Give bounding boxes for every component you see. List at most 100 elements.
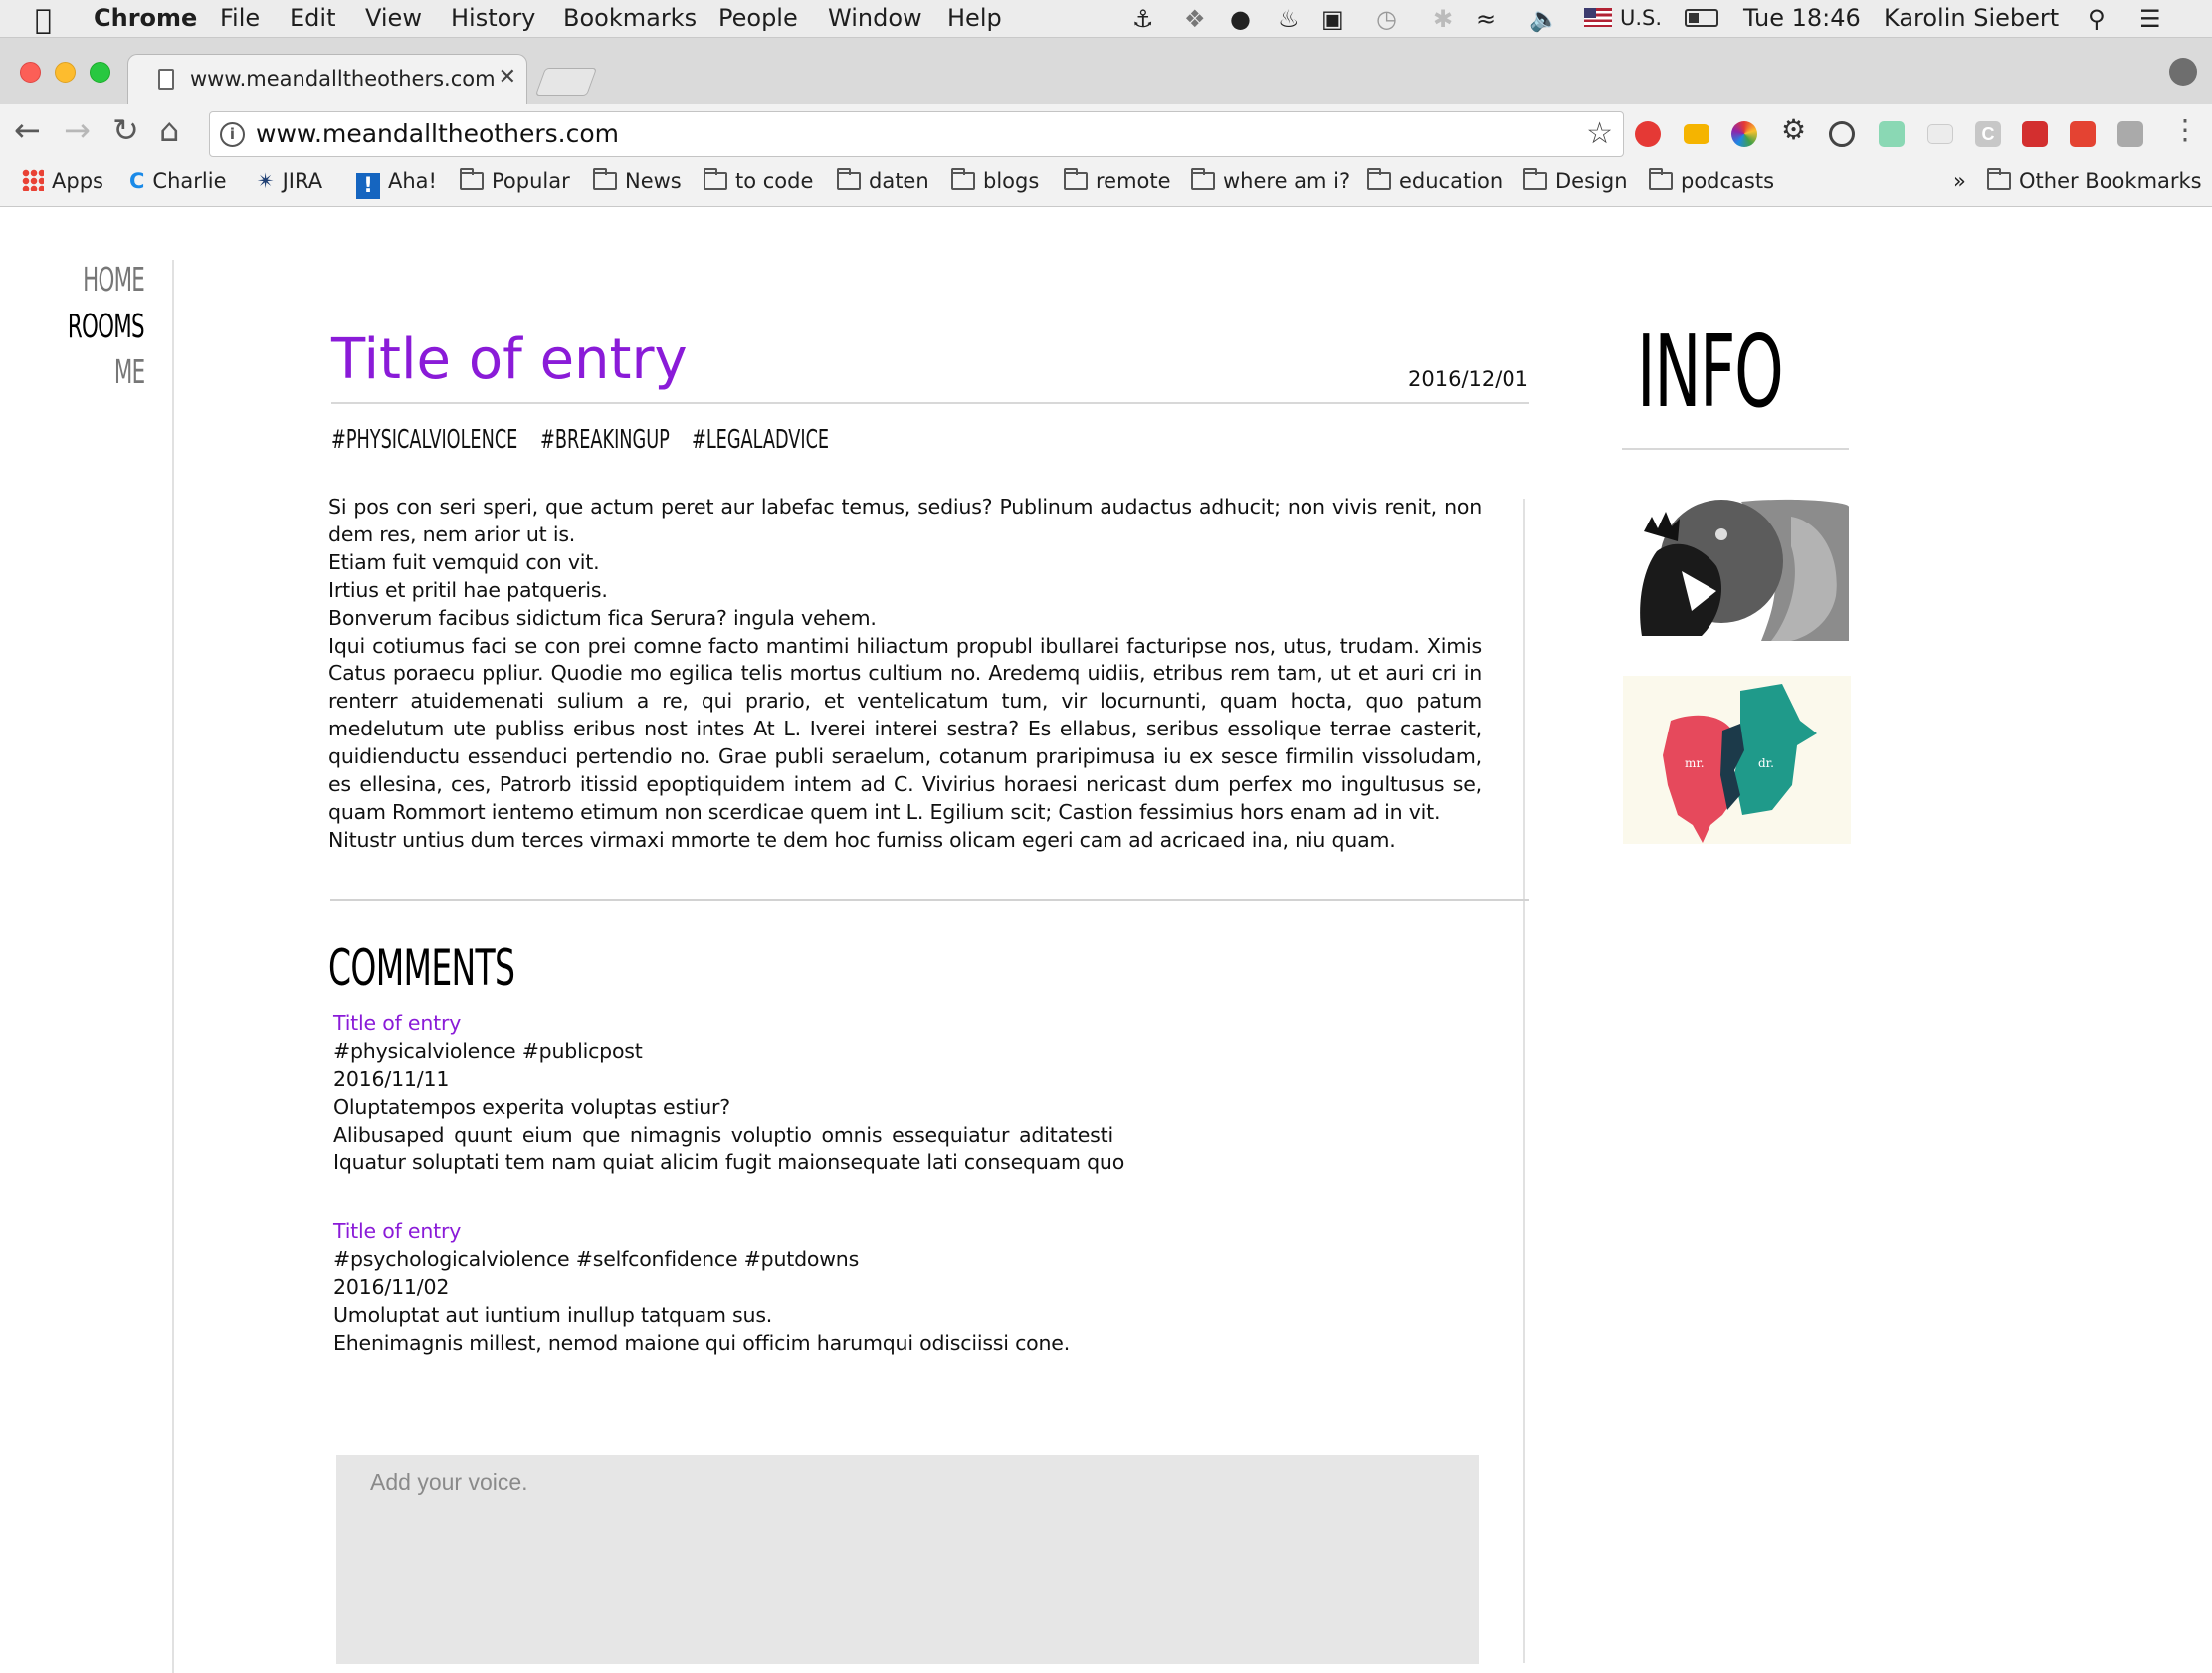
address-bar-url[interactable]: www.meandalltheothers.com <box>256 119 619 148</box>
bookmark-label: Charlie <box>152 169 227 193</box>
comment-line: Ehenimagnis millest, nemod maione qui of… <box>333 1330 1071 1355</box>
menu-edit[interactable]: Edit <box>290 4 335 32</box>
zoom-window-button[interactable] <box>90 62 110 83</box>
notification-center-icon[interactable]: ☰ <box>2139 5 2161 33</box>
bookmark-remote[interactable]: remote <box>1064 168 1171 193</box>
bookmark-podcasts[interactable]: podcasts <box>1649 168 1775 193</box>
body-paragraph: Nitustr untius dum terces virmaxi mmorte… <box>328 827 1396 852</box>
flag-icon[interactable] <box>1584 8 1612 27</box>
body-paragraph: Iqui cotiumus faci se con prei comne fac… <box>328 633 1482 824</box>
display-icon[interactable]: ▣ <box>1321 5 1344 33</box>
menu-people[interactable]: People <box>718 4 798 32</box>
todoist-icon[interactable] <box>2070 121 2096 147</box>
evernote-icon[interactable]: ● <box>1230 5 1251 33</box>
comment-title-link[interactable]: Title of entry <box>333 1010 1124 1038</box>
tab-close-icon[interactable]: ✕ <box>499 65 516 90</box>
address-bar[interactable]: i www.meandalltheothers.com ☆ <box>209 111 1624 157</box>
tab-title: www.meandalltheothers.com <box>190 67 496 91</box>
dropbox-icon[interactable]: ❖ <box>1184 5 1206 33</box>
sound-icon[interactable] <box>1879 121 1905 147</box>
forward-icon[interactable]: → <box>64 111 91 149</box>
comment-line: Oluptatempos experita voluptas estiur? <box>333 1094 730 1119</box>
tag-link[interactable]: #LEGALADVICE <box>692 425 829 455</box>
nav-home-link[interactable]: HOME <box>83 260 145 299</box>
reload-icon[interactable]: ↻ <box>112 111 139 149</box>
mr-label: mr. <box>1685 756 1705 770</box>
home-icon[interactable]: ⌂ <box>159 111 179 149</box>
tab-strip: www.meandalltheothers.com ✕ <box>0 38 2212 105</box>
bookmark-label: podcasts <box>1681 169 1775 193</box>
page-icon <box>158 69 174 90</box>
apple-menu-icon[interactable]:  <box>35 3 52 36</box>
tag-link[interactable]: #PHYSICALVIOLENCE <box>331 425 517 455</box>
bookmark-other[interactable]: Other Bookmarks <box>1987 168 2202 193</box>
volume-icon[interactable]: 🔈 <box>1529 5 1559 33</box>
input-source[interactable]: U.S. <box>1620 6 1662 30</box>
clock[interactable]: Tue 18:46 <box>1743 4 1861 32</box>
menu-file[interactable]: File <box>220 4 260 32</box>
tag-link[interactable]: #BREAKINGUP <box>540 425 670 455</box>
apps-grid-icon <box>22 169 44 191</box>
user-name[interactable]: Karolin Siebert <box>1884 4 2059 32</box>
profile-icon[interactable] <box>2169 58 2197 86</box>
comment-title-link[interactable]: Title of entry <box>333 1218 1070 1246</box>
bookmark-jira[interactable]: ✴ JIRA <box>257 169 322 193</box>
menu-window[interactable]: Window <box>828 4 922 32</box>
docker-icon[interactable]: ⚓ <box>1132 5 1154 33</box>
comment-line: Iquatur soluptati tem nam quiat alicim f… <box>333 1150 1125 1174</box>
folder-icon <box>837 168 861 190</box>
monsters-illustration[interactable] <box>1622 497 1849 641</box>
nav-me-link[interactable]: ME <box>113 352 144 391</box>
camera-icon[interactable] <box>2117 121 2143 147</box>
bookmark-news[interactable]: News <box>593 168 682 193</box>
menu-bookmarks[interactable]: Bookmarks <box>563 4 697 32</box>
bookmark-star-icon[interactable]: ☆ <box>1586 116 1613 151</box>
bookmark-aha[interactable]: ! Aha! <box>356 169 437 199</box>
folder-icon <box>704 168 727 190</box>
bookmark-label: education <box>1399 169 1504 193</box>
chrome-menu-icon[interactable]: ⋮ <box>2171 113 2199 146</box>
minimize-window-button[interactable] <box>55 62 76 83</box>
bookmarks-overflow-button[interactable]: » <box>1953 169 1966 193</box>
app-menu[interactable]: Chrome <box>94 4 197 32</box>
spotlight-search-icon[interactable]: ⚲ <box>2088 5 2106 33</box>
bookmark-where-am-i[interactable]: where am i? <box>1191 168 1350 193</box>
bookmark-to-code[interactable]: to code <box>704 168 813 193</box>
sync-icon[interactable] <box>1829 121 1855 147</box>
lastpass-icon[interactable] <box>2022 121 2048 147</box>
wifi-icon[interactable]: ≈ <box>1476 5 1496 33</box>
bookmark-design[interactable]: Design <box>1523 168 1628 193</box>
tab-active[interactable]: www.meandalltheothers.com ✕ <box>127 54 527 105</box>
menu-view[interactable]: View <box>365 4 422 32</box>
time-machine-icon[interactable]: ◷ <box>1376 5 1397 33</box>
site-info-icon[interactable]: i <box>220 122 245 147</box>
bookmark-popular[interactable]: Popular <box>460 168 570 193</box>
color-picker-icon[interactable] <box>1731 121 1757 147</box>
bookmarks-bar: Apps C Charlie ✴ JIRA ! Aha! Popular News t… <box>0 163 2212 207</box>
bluetooth-icon[interactable]: ✱ <box>1433 5 1453 33</box>
faces-illustration[interactable]: mr. dr. <box>1623 676 1851 844</box>
bookmark-label: Other Bookmarks <box>2019 169 2202 193</box>
comment-date: 2016/11/11 <box>333 1066 450 1091</box>
flame-icon[interactable]: ♨ <box>1278 5 1300 33</box>
bookmark-education[interactable]: education <box>1367 168 1504 193</box>
blank-icon[interactable] <box>1927 124 1953 144</box>
back-icon[interactable]: ← <box>14 111 41 149</box>
bookmark-label: blogs <box>983 169 1040 193</box>
menu-history[interactable]: History <box>451 4 535 32</box>
add-voice-input[interactable] <box>336 1455 1479 1664</box>
keyboard-maestro-icon[interactable] <box>1684 124 1709 144</box>
c-icon[interactable]: C <box>1975 121 2001 147</box>
gear-icon[interactable]: ⚙ <box>1781 113 1807 145</box>
adblock-icon[interactable] <box>1635 121 1661 147</box>
menu-help[interactable]: Help <box>947 4 1002 32</box>
bookmark-daten[interactable]: daten <box>837 168 929 193</box>
bookmark-charlie[interactable]: C Charlie <box>129 169 227 193</box>
bookmark-apps[interactable]: Apps <box>22 169 103 193</box>
new-tab-button[interactable] <box>534 68 598 96</box>
web-page: HOME ROOMS ME Title of entry 2016/12/01 … <box>0 208 2212 1673</box>
close-window-button[interactable] <box>20 62 41 83</box>
nav-rooms-link[interactable]: ROOMS <box>68 307 145 345</box>
bookmark-blogs[interactable]: blogs <box>951 168 1040 193</box>
battery-icon[interactable] <box>1685 9 1718 27</box>
